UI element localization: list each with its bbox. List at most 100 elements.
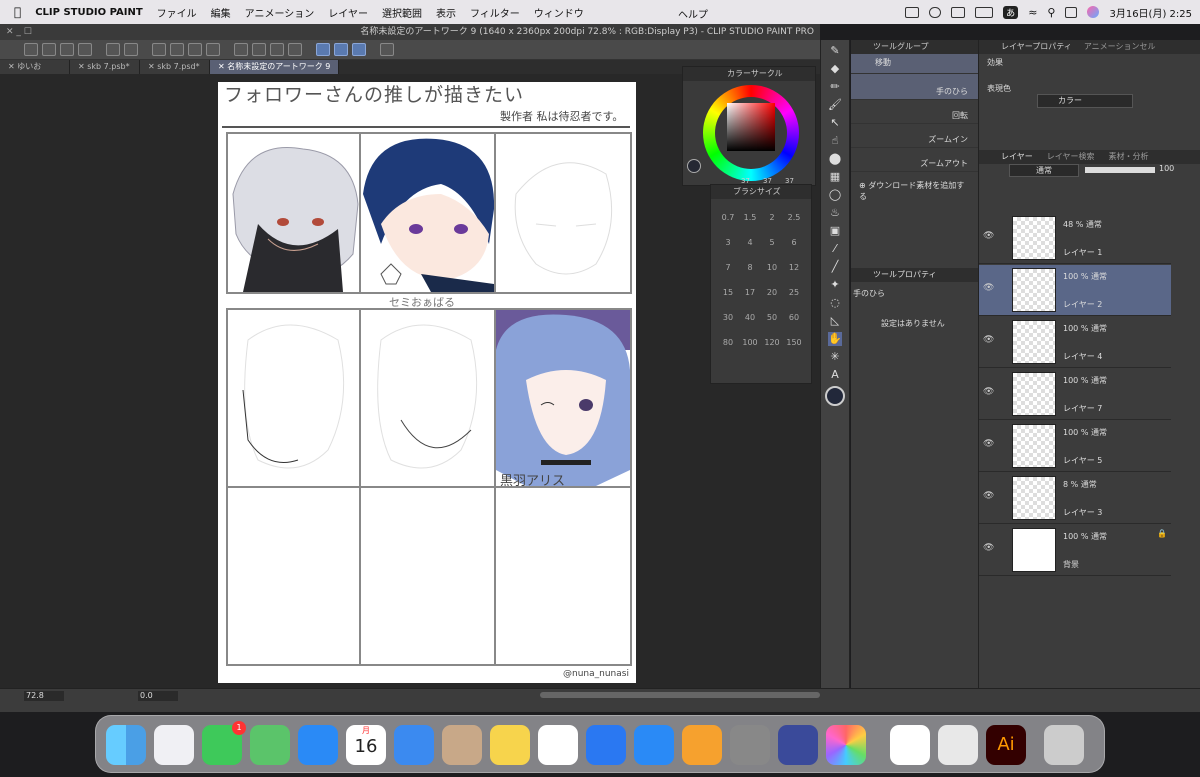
opacity-slider[interactable] bbox=[1085, 167, 1155, 173]
eye-icon[interactable]: 👁 bbox=[983, 283, 994, 293]
clock[interactable]: 3月16日(月) 2:25 bbox=[1109, 5, 1192, 20]
battery-icon[interactable] bbox=[975, 6, 994, 18]
import-icon[interactable] bbox=[78, 43, 92, 56]
eye-icon[interactable]: 👁 bbox=[983, 231, 994, 241]
brush-size-option[interactable]: 2.5 bbox=[783, 213, 805, 222]
lock-icon[interactable]: 🔒 bbox=[1157, 529, 1167, 538]
save-icon[interactable] bbox=[60, 43, 74, 56]
siri-icon[interactable] bbox=[1087, 6, 1100, 18]
snap-ruler-icon[interactable] bbox=[316, 43, 330, 56]
brush-size-option[interactable]: 7 bbox=[717, 263, 739, 272]
layer-row[interactable]: 👁 100 % 通常 レイヤー 4 bbox=[979, 317, 1171, 368]
smartphone-sync-icon[interactable] bbox=[380, 43, 394, 56]
brush-size-option[interactable]: 150 bbox=[783, 338, 805, 347]
transform-icon[interactable] bbox=[206, 43, 220, 56]
brush-size-option[interactable]: 4 bbox=[739, 238, 761, 247]
contacts-icon[interactable] bbox=[442, 725, 482, 765]
hide-selection-icon[interactable] bbox=[288, 43, 302, 56]
opacity-value[interactable]: 100 bbox=[1159, 164, 1174, 173]
menu-edit[interactable]: 編集 bbox=[211, 5, 231, 20]
deselect-icon[interactable] bbox=[234, 43, 248, 56]
brush-size-option[interactable]: 60 bbox=[783, 313, 805, 322]
brush-size-option[interactable]: 15 bbox=[717, 288, 739, 297]
operation-tool-icon[interactable]: ↖ bbox=[828, 116, 842, 130]
brush-size-option[interactable]: 25 bbox=[783, 288, 805, 297]
hand-tool-icon[interactable]: ✋ bbox=[828, 332, 842, 346]
finder-icon[interactable] bbox=[106, 725, 146, 765]
menu-filter[interactable]: フィルター bbox=[470, 5, 520, 20]
iphone-mirroring-icon[interactable] bbox=[778, 725, 818, 765]
layer-row[interactable]: 👁 100 % 通常 レイヤー 2 bbox=[979, 265, 1171, 316]
messages-icon[interactable]: 1 bbox=[202, 721, 246, 765]
eye-icon[interactable]: 👁 bbox=[983, 491, 994, 501]
brush-size-option[interactable]: 12 bbox=[783, 263, 805, 272]
eye-icon[interactable]: 👁 bbox=[983, 387, 994, 397]
apple-icon[interactable]:  bbox=[14, 5, 21, 19]
fill-icon[interactable] bbox=[188, 43, 202, 56]
menu-file[interactable]: ファイル bbox=[157, 5, 197, 20]
brush-size-option[interactable]: 20 bbox=[761, 288, 783, 297]
subtool-move[interactable]: 移動 bbox=[851, 54, 978, 74]
eye-icon[interactable]: 👁 bbox=[983, 439, 994, 449]
brush-size-option[interactable]: 5 bbox=[761, 238, 783, 247]
saturation-value-square[interactable] bbox=[727, 103, 775, 151]
brush-size-option[interactable]: 10 bbox=[761, 263, 783, 272]
pencil-tool-icon[interactable]: ✏ bbox=[828, 80, 842, 94]
brush-size-option[interactable]: 100 bbox=[739, 338, 761, 347]
airbrush-tool-icon[interactable]: ♨ bbox=[828, 206, 842, 220]
figure-tool-icon[interactable]: ╱ bbox=[828, 260, 842, 274]
blend-tool-icon[interactable]: ☝ bbox=[828, 134, 842, 148]
crop-icon[interactable] bbox=[270, 43, 284, 56]
layer-row[interactable]: 👁 100 % 通常 レイヤー 5 bbox=[979, 421, 1171, 472]
brush-size-option[interactable]: 120 bbox=[761, 338, 783, 347]
brush-size-option[interactable]: 8 bbox=[739, 263, 761, 272]
subtool-zoom-out[interactable]: ズームアウト bbox=[851, 148, 978, 172]
layer-row[interactable]: 👁 100 % 通常 レイヤー 7 bbox=[979, 369, 1171, 420]
text-tool-icon[interactable]: A bbox=[828, 368, 842, 382]
brush-size-option[interactable]: 40 bbox=[739, 313, 761, 322]
sparkle-tool-icon[interactable]: ✦ bbox=[828, 278, 842, 292]
wifi-icon[interactable]: ≈ bbox=[1028, 6, 1037, 19]
system-settings-icon[interactable] bbox=[730, 725, 770, 765]
selection-icon[interactable] bbox=[152, 43, 166, 56]
keynote-icon[interactable] bbox=[586, 725, 626, 765]
layer-row[interactable]: 👁 48 % 通常 レイヤー 1 bbox=[979, 213, 1171, 264]
correct-line-tool-icon[interactable]: ✳ bbox=[828, 350, 842, 364]
tab-yuio[interactable]: ✕ ゆいお bbox=[0, 60, 70, 74]
safari-icon[interactable] bbox=[298, 725, 338, 765]
frame-tool-icon[interactable]: ▣ bbox=[828, 224, 842, 238]
balloon-tool-icon[interactable]: ◌ bbox=[828, 296, 842, 310]
menu-select[interactable]: 選択範囲 bbox=[382, 5, 422, 20]
notes-icon[interactable] bbox=[490, 725, 530, 765]
screen-record-icon[interactable] bbox=[905, 6, 920, 18]
brush-size-option[interactable]: 0.7 bbox=[717, 213, 739, 222]
clip-studio-paint-icon[interactable] bbox=[938, 725, 978, 765]
gradient-tool-icon[interactable]: ▦ bbox=[828, 170, 842, 184]
subtool-rotate[interactable]: 回転 bbox=[851, 100, 978, 124]
menu-animation[interactable]: アニメーション bbox=[245, 5, 315, 20]
maps-icon[interactable] bbox=[250, 725, 290, 765]
snap-grid-icon[interactable] bbox=[334, 43, 348, 56]
menu-view[interactable]: 表示 bbox=[436, 5, 456, 20]
tab-skb7-psb[interactable]: ✕ skb 7.psb* bbox=[70, 60, 140, 74]
ruler-tool-icon[interactable]: ◺ bbox=[828, 314, 842, 328]
trash-icon[interactable] bbox=[1044, 725, 1084, 765]
display-icon[interactable] bbox=[951, 6, 966, 18]
lasso-tool-icon[interactable]: ◯ bbox=[828, 188, 842, 202]
menu-window[interactable]: ウィンドウ bbox=[534, 5, 584, 20]
control-center-icon[interactable] bbox=[1065, 6, 1078, 18]
photos-icon[interactable] bbox=[826, 725, 866, 765]
search-icon[interactable]: ⚲ bbox=[1047, 6, 1055, 19]
pen-tool-icon[interactable]: ✎ bbox=[828, 44, 842, 58]
eraser-tool-icon[interactable]: ◆ bbox=[828, 62, 842, 76]
snap-special-ruler-icon[interactable] bbox=[352, 43, 366, 56]
illustrator-icon[interactable]: Ai bbox=[986, 725, 1026, 765]
eye-icon[interactable]: 👁 bbox=[983, 543, 994, 553]
clear-icon[interactable] bbox=[170, 43, 184, 56]
clip-studio-icon[interactable] bbox=[890, 725, 930, 765]
subtool-hand[interactable]: 手のひら bbox=[851, 74, 978, 100]
app-store-icon[interactable] bbox=[634, 725, 674, 765]
horizontal-scrollbar[interactable] bbox=[540, 692, 820, 698]
rotation-value[interactable]: 0.0 bbox=[138, 691, 178, 701]
tab-artwork-9[interactable]: ✕ 名称未設定のアートワーク 9 bbox=[210, 60, 340, 74]
